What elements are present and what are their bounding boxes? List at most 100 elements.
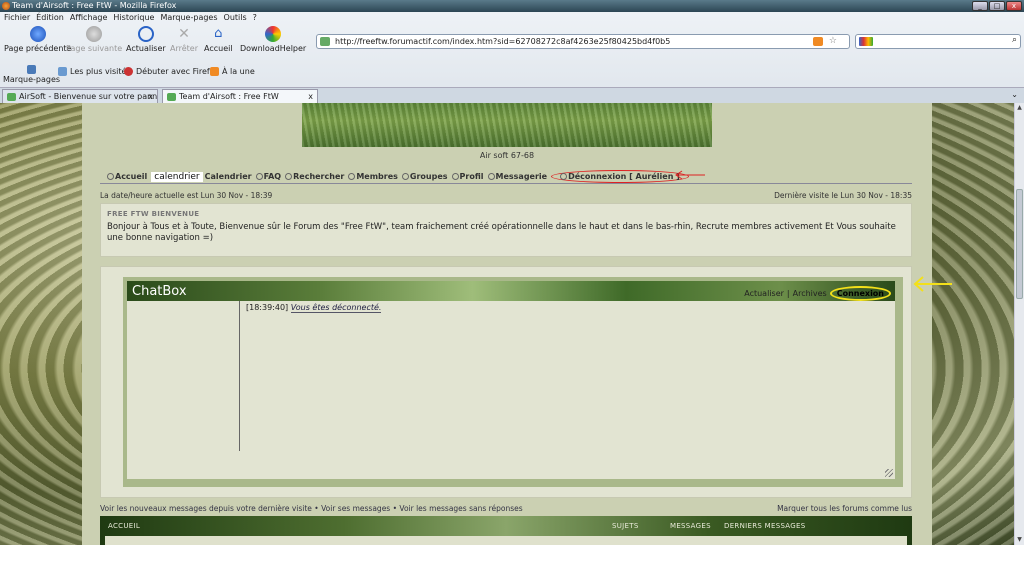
scrollbar-thumb[interactable] <box>1016 189 1023 299</box>
vertical-scrollbar[interactable]: ▲ ▼ <box>1014 103 1024 545</box>
menu-affichage[interactable]: Affichage <box>70 13 108 22</box>
stop-icon: ✕ <box>178 26 190 42</box>
bookmarks-toolbar: Marque-pages Les plus visités Débuter av… <box>0 62 1024 88</box>
menu-membres[interactable]: Membres <box>348 172 398 181</box>
chatbox-actualiser-link[interactable]: Actualiser <box>744 289 784 298</box>
menu-messagerie[interactable]: Messagerie <box>487 172 547 181</box>
chatbox-actions: Actualiser | Archives Connexion <box>744 286 891 301</box>
stop-button[interactable]: ✕ Arrêter <box>170 26 198 53</box>
rss-feed-icon[interactable] <box>813 37 823 46</box>
search-bar[interactable]: ⌕ <box>855 34 1021 49</box>
mark-all-read-link[interactable]: Marquer tous les forums comme lus <box>777 504 912 513</box>
tab-bar: AirSoft - Bienvenue sur votre panne... x… <box>0 87 1024 103</box>
browser-window: Team d'Airsoft : Free FtW - Mozilla Fire… <box>0 0 1024 545</box>
forward-button[interactable]: Page suivante <box>66 26 122 53</box>
title-bar: Team d'Airsoft : Free FtW - Mozilla Fire… <box>0 0 1024 12</box>
search-icon[interactable]: ⌕ <box>1012 35 1017 45</box>
menu-deconnexion[interactable]: Déconnexion [ Aurélien ] <box>551 170 689 183</box>
chatbox-container: ChatBox Actualiser | Archives Connexion … <box>100 266 952 498</box>
home-icon: ⌂ <box>214 26 223 41</box>
tab-favicon-icon <box>167 93 176 101</box>
marque-pages-button[interactable]: Marque-pages <box>3 65 60 84</box>
banner-image <box>302 103 712 147</box>
tab-airsoft[interactable]: AirSoft - Bienvenue sur votre panne... x <box>2 89 158 103</box>
url-bar[interactable]: http://freeftw.forumactif.com/index.htm?… <box>316 34 850 49</box>
current-datetime: La date/heure actuelle est Lun 30 Nov - … <box>100 191 273 200</box>
most-visited-icon <box>58 67 67 76</box>
home-button[interactable]: ⌂ Accueil <box>204 26 233 53</box>
menu-marque-pages[interactable]: Marque-pages <box>160 13 217 22</box>
col-sujets: SUJETS <box>612 522 639 530</box>
welcome-box: FREE FTW BIENVENUE Bonjour à Tous et à T… <box>100 203 912 257</box>
menu-edition[interactable]: Édition <box>36 13 64 22</box>
google-icon[interactable] <box>859 37 873 46</box>
faq-icon <box>255 173 263 180</box>
welcome-heading: FREE FTW BIENVENUE <box>107 210 200 218</box>
members-icon <box>348 173 356 180</box>
tab-close-icon[interactable]: x <box>308 90 313 103</box>
chatbox-separator: | <box>786 289 790 298</box>
col-messages: MESSAGES <box>670 522 711 530</box>
downloadhelper-button[interactable]: DownloadHelper <box>240 26 306 53</box>
reload-button[interactable]: Actualiser <box>126 26 166 53</box>
scroll-down-icon[interactable]: ▼ <box>1016 536 1023 544</box>
resize-grip-icon[interactable] <box>885 469 893 477</box>
last-visit: Dernière visite le Lun 30 Nov - 18:35 <box>774 191 912 200</box>
menu-profil[interactable]: Profil <box>451 172 484 181</box>
red-annotation-arrow-icon <box>675 170 705 180</box>
calendar-highlight-label: calendrier <box>151 171 203 182</box>
date-bar: La date/heure actuelle est Lun 30 Nov - … <box>100 191 912 200</box>
bookmark-star-icon[interactable]: ☆ <box>829 35 837 48</box>
message-text: Vous êtes déconnecté. <box>290 303 382 313</box>
groups-icon <box>401 173 409 180</box>
bookmarks-icon <box>27 65 37 74</box>
tab-close-icon[interactable]: x <box>148 90 153 103</box>
quick-links-left[interactable]: Voir les nouveaux messages depuis votre … <box>100 504 523 513</box>
tab-team-airsoft[interactable]: Team d'Airsoft : Free FtW x <box>162 89 318 103</box>
back-arrow-icon <box>29 26 46 42</box>
tab-list-chevron-icon[interactable]: ⌄ <box>1011 90 1018 99</box>
bookmark-headlines[interactable]: À la une <box>210 67 255 76</box>
menu-divider <box>100 183 912 184</box>
logout-icon <box>560 173 568 180</box>
close-button[interactable]: x <box>1006 1 1022 11</box>
yellow-annotation-arrow-icon <box>913 276 952 292</box>
quick-links: Voir les nouveaux messages depuis votre … <box>100 504 912 513</box>
menu-historique[interactable]: Historique <box>113 13 154 22</box>
downloadhelper-icon <box>265 26 282 42</box>
col-accueil[interactable]: ACCUEIL <box>108 522 140 530</box>
menu-faq[interactable]: FAQ <box>255 172 281 181</box>
menu-groupes[interactable]: Groupes <box>401 172 448 181</box>
chatbox-archives-link[interactable]: Archives <box>793 289 827 298</box>
col-derniers-messages: DERNIERS MESSAGES <box>724 522 806 530</box>
minimize-button[interactable]: _ <box>972 1 988 11</box>
chatbox-user-list <box>127 301 240 451</box>
home-icon <box>107 173 114 180</box>
window-title: Team d'Airsoft : Free FtW - Mozilla Fire… <box>12 1 177 10</box>
menu-help[interactable]: ? <box>253 13 257 22</box>
chatbox-frame: ChatBox Actualiser | Archives Connexion … <box>123 277 903 487</box>
forum-page: Air soft 67-68 Accueil calendrier Calend… <box>82 103 952 545</box>
chatbox-connexion-link[interactable]: Connexion <box>829 286 891 301</box>
bookmark-getting-started[interactable]: Débuter avec Firefox <box>124 67 219 76</box>
maximize-button[interactable]: □ <box>989 1 1005 11</box>
bookmark-most-visited[interactable]: Les plus visités <box>58 67 131 76</box>
message-time: [18:39:40] <box>246 303 289 312</box>
banner-caption: Air soft 67-68 <box>479 151 535 160</box>
forum-menu: Accueil calendrier Calendrier FAQ Recher… <box>107 170 693 183</box>
menu-accueil[interactable]: Accueil <box>107 172 147 181</box>
profile-icon <box>451 173 459 180</box>
menu-fichier[interactable]: Fichier <box>4 13 30 22</box>
firefox-bookmark-icon <box>124 67 133 76</box>
forum-table-header: ACCUEIL SUJETS MESSAGES DERNIERS MESSAGE… <box>100 516 912 545</box>
menu-calendrier[interactable]: Calendrier <box>205 172 252 181</box>
messages-icon <box>487 173 495 180</box>
menu-outils[interactable]: Outils <box>224 13 247 22</box>
site-favicon-icon <box>320 37 330 46</box>
search-icon <box>285 173 293 180</box>
scroll-up-icon[interactable]: ▲ <box>1016 104 1023 112</box>
rss-bookmark-icon <box>210 67 219 76</box>
browser-chrome: Fichier Édition Affichage Historique Mar… <box>0 12 1024 103</box>
back-button[interactable]: Page précédente <box>4 26 71 53</box>
menu-rechercher[interactable]: Rechercher <box>285 172 344 181</box>
